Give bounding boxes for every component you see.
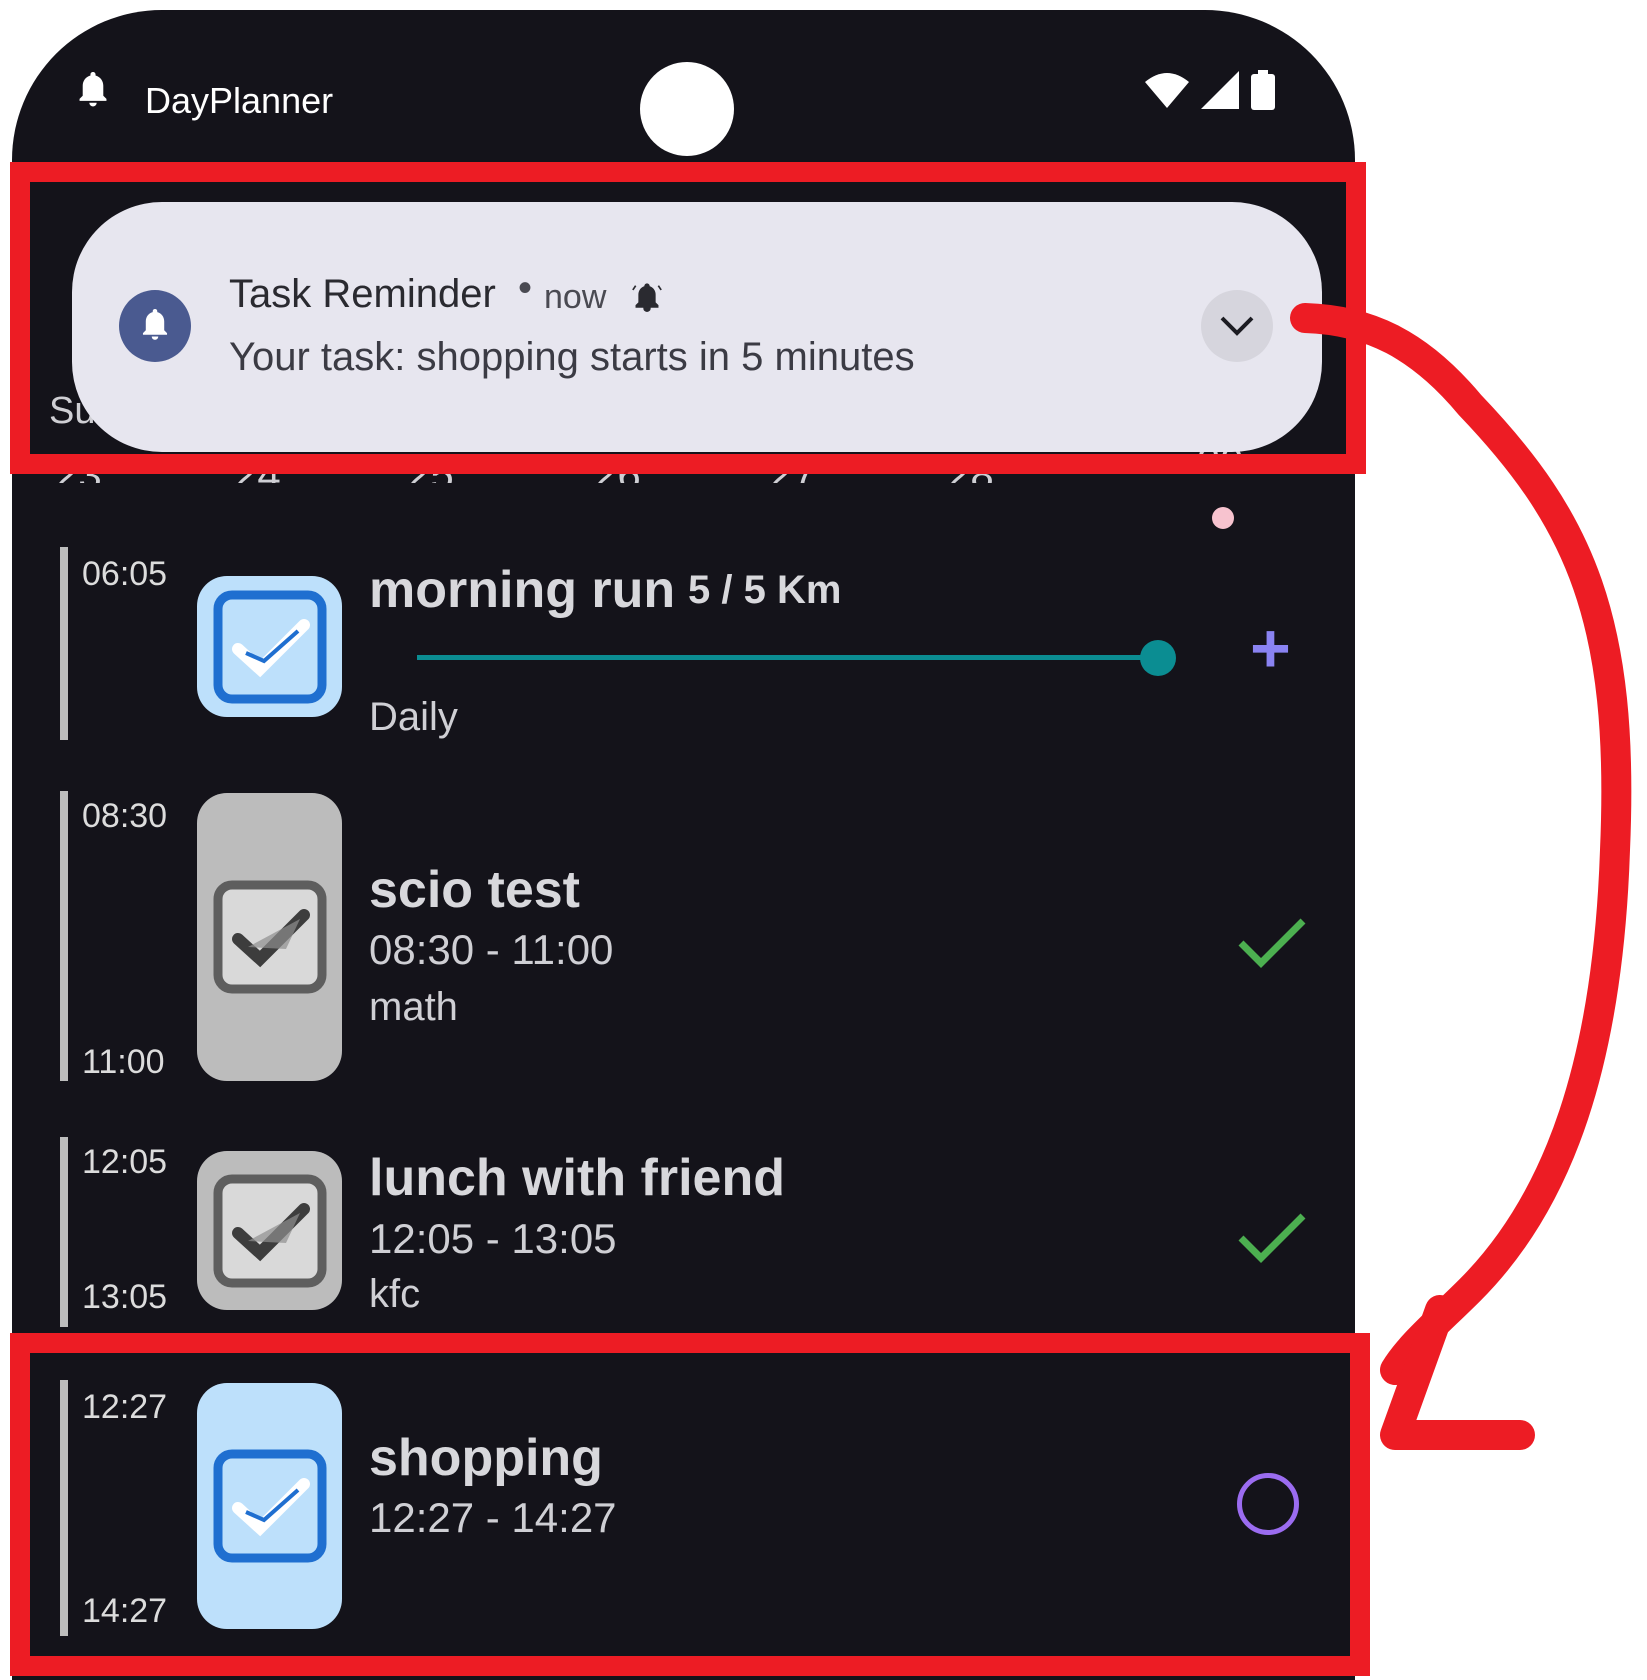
annotation-arrow <box>1290 303 1632 1450</box>
